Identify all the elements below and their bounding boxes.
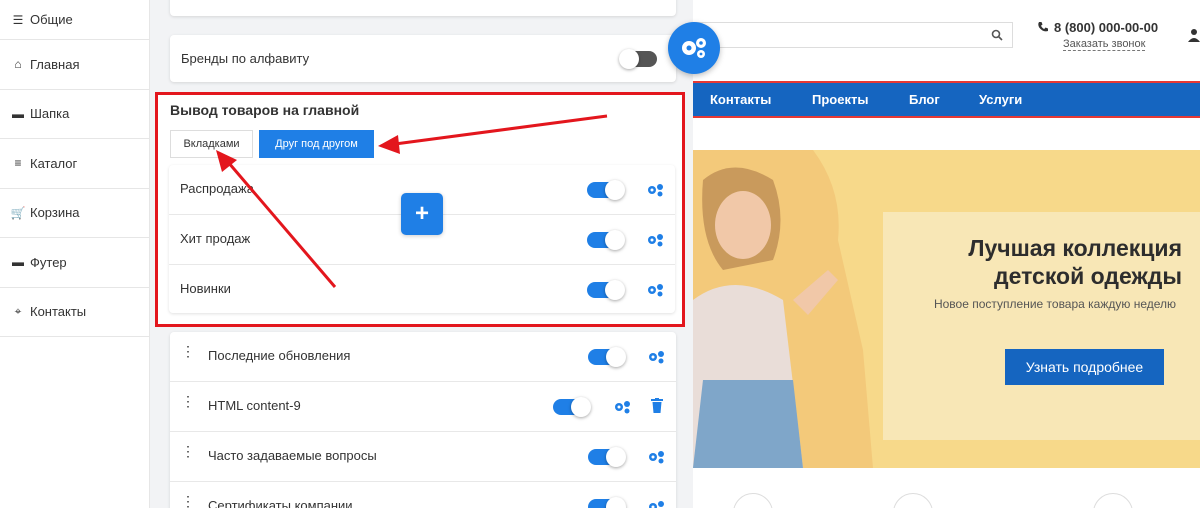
nav-services[interactable]: Услуги <box>979 92 1022 107</box>
sidebar-item-label: Общие <box>30 12 73 27</box>
footer-icon: ▬ <box>12 255 24 270</box>
block-certificates-gear-icon[interactable] <box>647 500 665 508</box>
row-divider <box>170 381 676 382</box>
row-divider <box>170 431 676 432</box>
sidebar-item-general[interactable]: ☰ Общие <box>0 0 149 40</box>
sidebar-item-label: Главная <box>30 56 80 72</box>
feature-icon <box>733 493 773 508</box>
sidebar-item-label: Контакты <box>30 304 87 320</box>
block-html-toggle[interactable] <box>553 397 591 417</box>
sidebar-item-label: Шапка <box>30 106 70 122</box>
block-html-gear-icon[interactable] <box>613 400 631 414</box>
nav-projects[interactable]: Проекты <box>812 92 868 107</box>
drag-handle-icon[interactable]: ⋮ <box>181 344 195 358</box>
promo-subtitle: Новое поступление товара каждую неделю <box>933 297 1177 311</box>
sidebar-item-footer[interactable]: ▬ Футер <box>0 238 149 288</box>
settings-card-top <box>170 0 676 16</box>
sidebar-item-header[interactable]: ▬ Шапка <box>0 90 149 139</box>
drag-handle-icon[interactable]: ⋮ <box>181 494 195 508</box>
features-strip <box>693 468 1200 508</box>
drag-handle-icon[interactable]: ⋮ <box>181 444 195 458</box>
sidebar-item-home[interactable]: ⌂ Главная <box>0 40 149 90</box>
sidebar-item-cart[interactable]: 🛒 Корзина <box>0 189 149 238</box>
highlight-box <box>155 92 685 327</box>
promo-card: Лучшая коллекция детской одежды Новое по… <box>883 212 1200 440</box>
header-icon: ▬ <box>12 106 24 121</box>
feature-icon <box>893 493 933 508</box>
trash-icon[interactable] <box>651 398 663 413</box>
block-html-label: HTML content-9 <box>208 398 301 413</box>
block-updates-label: Последние обновления <box>208 348 351 363</box>
sidebar-item-label: Футер <box>30 254 67 270</box>
phone-icon <box>1038 22 1048 32</box>
row-divider <box>170 481 676 482</box>
site-preview: 8 (800) 000-00-00 Заказать звонок Контак… <box>693 0 1200 508</box>
site-search-input[interactable] <box>693 22 1013 48</box>
block-faq-label: Часто задаваемые вопросы <box>208 448 377 463</box>
list-icon: ≡ <box>14 156 22 171</box>
brands-toggle[interactable] <box>619 49 657 69</box>
promo-button[interactable]: Узнать подробнее <box>1005 349 1164 385</box>
drag-handle-icon[interactable]: ⋮ <box>181 394 195 408</box>
blocks-list-card: ⋮ Последние обновления ⋮ HTML content-9 … <box>170 332 676 508</box>
block-certificates-toggle[interactable] <box>588 497 626 508</box>
sidebar-item-label: Каталог <box>30 155 78 171</box>
site-phone[interactable]: 8 (800) 000-00-00 <box>1054 20 1158 35</box>
block-updates-gear-icon[interactable] <box>647 350 665 364</box>
block-certificates-label: Сертификаты компании <box>208 498 353 508</box>
nav-blog[interactable]: Блог <box>909 92 940 107</box>
block-faq-gear-icon[interactable] <box>647 450 665 464</box>
gears-icon <box>682 38 706 58</box>
settings-sidebar: ☰ Общие ⌂ Главная ▬ Шапка ≡ Каталог 🛒 Ко… <box>0 0 150 508</box>
brands-label: Бренды по алфавиту <box>181 51 310 66</box>
feature-icon <box>1093 493 1133 508</box>
brands-card: Бренды по алфавиту <box>170 35 676 82</box>
user-icon[interactable] <box>1188 28 1200 42</box>
home-icon: ⌂ <box>14 57 22 72</box>
map-icon: ⌖ <box>14 304 22 319</box>
search-icon[interactable] <box>991 29 1003 41</box>
sliders-icon: ☰ <box>12 12 24 27</box>
block-faq-toggle[interactable] <box>588 447 626 467</box>
sidebar-item-catalog[interactable]: ≡ Каталог <box>0 139 149 189</box>
nav-contacts[interactable]: Контакты <box>710 92 771 107</box>
cart-icon: 🛒 <box>10 205 26 220</box>
sidebar-item-label: Корзина <box>30 205 80 221</box>
block-updates-toggle[interactable] <box>588 347 626 367</box>
child-photo <box>693 150 873 468</box>
site-nav: Контакты Проекты Блог Услуги <box>693 81 1200 118</box>
promo-title: Лучшая коллекция детской одежды <box>968 235 1182 289</box>
customize-fab[interactable] <box>668 22 720 74</box>
callback-link[interactable]: Заказать звонок <box>1063 38 1146 51</box>
sidebar-item-contacts[interactable]: ⌖ Контакты <box>0 288 149 337</box>
